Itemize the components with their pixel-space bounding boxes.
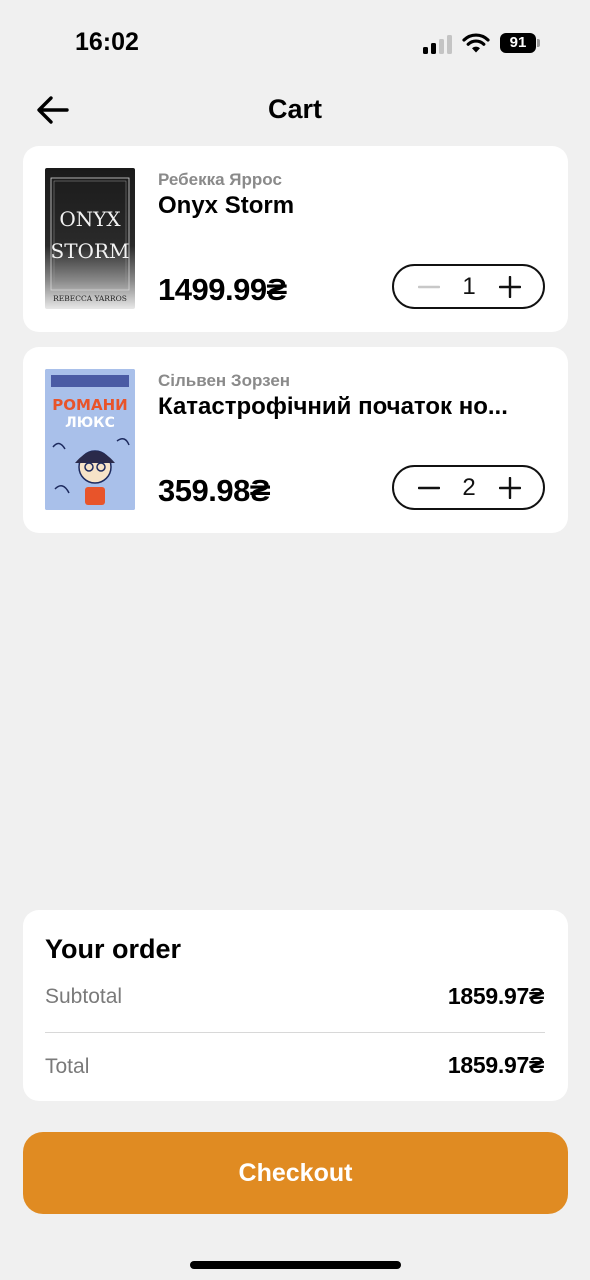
minus-icon xyxy=(418,486,440,489)
cart-item: РОМАНИ ЛЮКС Сільвен Зорзен Катастрофічни… xyxy=(23,347,568,533)
cover-title-line1: РОМАНИ xyxy=(52,396,127,414)
signal-icon xyxy=(423,34,453,54)
cover-author: REBECCA YARROS xyxy=(53,294,127,303)
book-author: Ребекка Яррос xyxy=(158,170,282,189)
book-cover-image[interactable]: РОМАНИ ЛЮКС xyxy=(45,369,135,510)
book-title[interactable]: Onyx Storm xyxy=(158,192,548,220)
plus-icon xyxy=(499,275,521,298)
order-summary: Your order Subtotal 1859.97₴ Total 1859.… xyxy=(23,910,568,1101)
quantity-stepper: 2 xyxy=(392,465,545,510)
home-indicator xyxy=(190,1261,401,1269)
battery-icon: 91 xyxy=(500,33,540,53)
wifi-icon xyxy=(462,33,490,53)
book-cover-image[interactable]: ONYX STORM REBECCA YARROS xyxy=(45,168,135,309)
book-price: 359.98₴ xyxy=(158,473,271,508)
status-bar: 16:02 91 xyxy=(0,0,590,90)
increase-quantity-button[interactable] xyxy=(485,266,535,307)
book-author: Сільвен Зорзен xyxy=(158,371,291,390)
book-price: 1499.99₴ xyxy=(158,272,287,307)
increase-quantity-button[interactable] xyxy=(485,467,535,508)
subtotal-value: 1859.97₴ xyxy=(447,983,544,1009)
cover-title-line1: ONYX xyxy=(59,207,121,231)
order-title: Your order xyxy=(45,934,182,964)
cover-title-line2: STORM xyxy=(51,239,130,263)
cover-title-line2: ЛЮКС xyxy=(65,415,115,431)
minus-icon xyxy=(418,285,440,288)
status-time: 16:02 xyxy=(75,28,139,56)
quantity-stepper: 1 xyxy=(392,264,545,309)
total-label: Total xyxy=(45,1055,90,1078)
subtotal-label: Subtotal xyxy=(45,985,123,1008)
cart-item: ONYX STORM REBECCA YARROS Ребекка Яррос … xyxy=(23,146,568,332)
total-value: 1859.97₴ xyxy=(447,1052,544,1078)
book-title[interactable]: Катастрофічний початок но... xyxy=(158,393,548,421)
page-title: Cart xyxy=(267,94,322,124)
plus-icon xyxy=(499,476,521,499)
battery-level: 91 xyxy=(500,33,536,53)
order-divider xyxy=(45,1032,545,1033)
checkout-button[interactable]: Checkout xyxy=(23,1132,568,1214)
